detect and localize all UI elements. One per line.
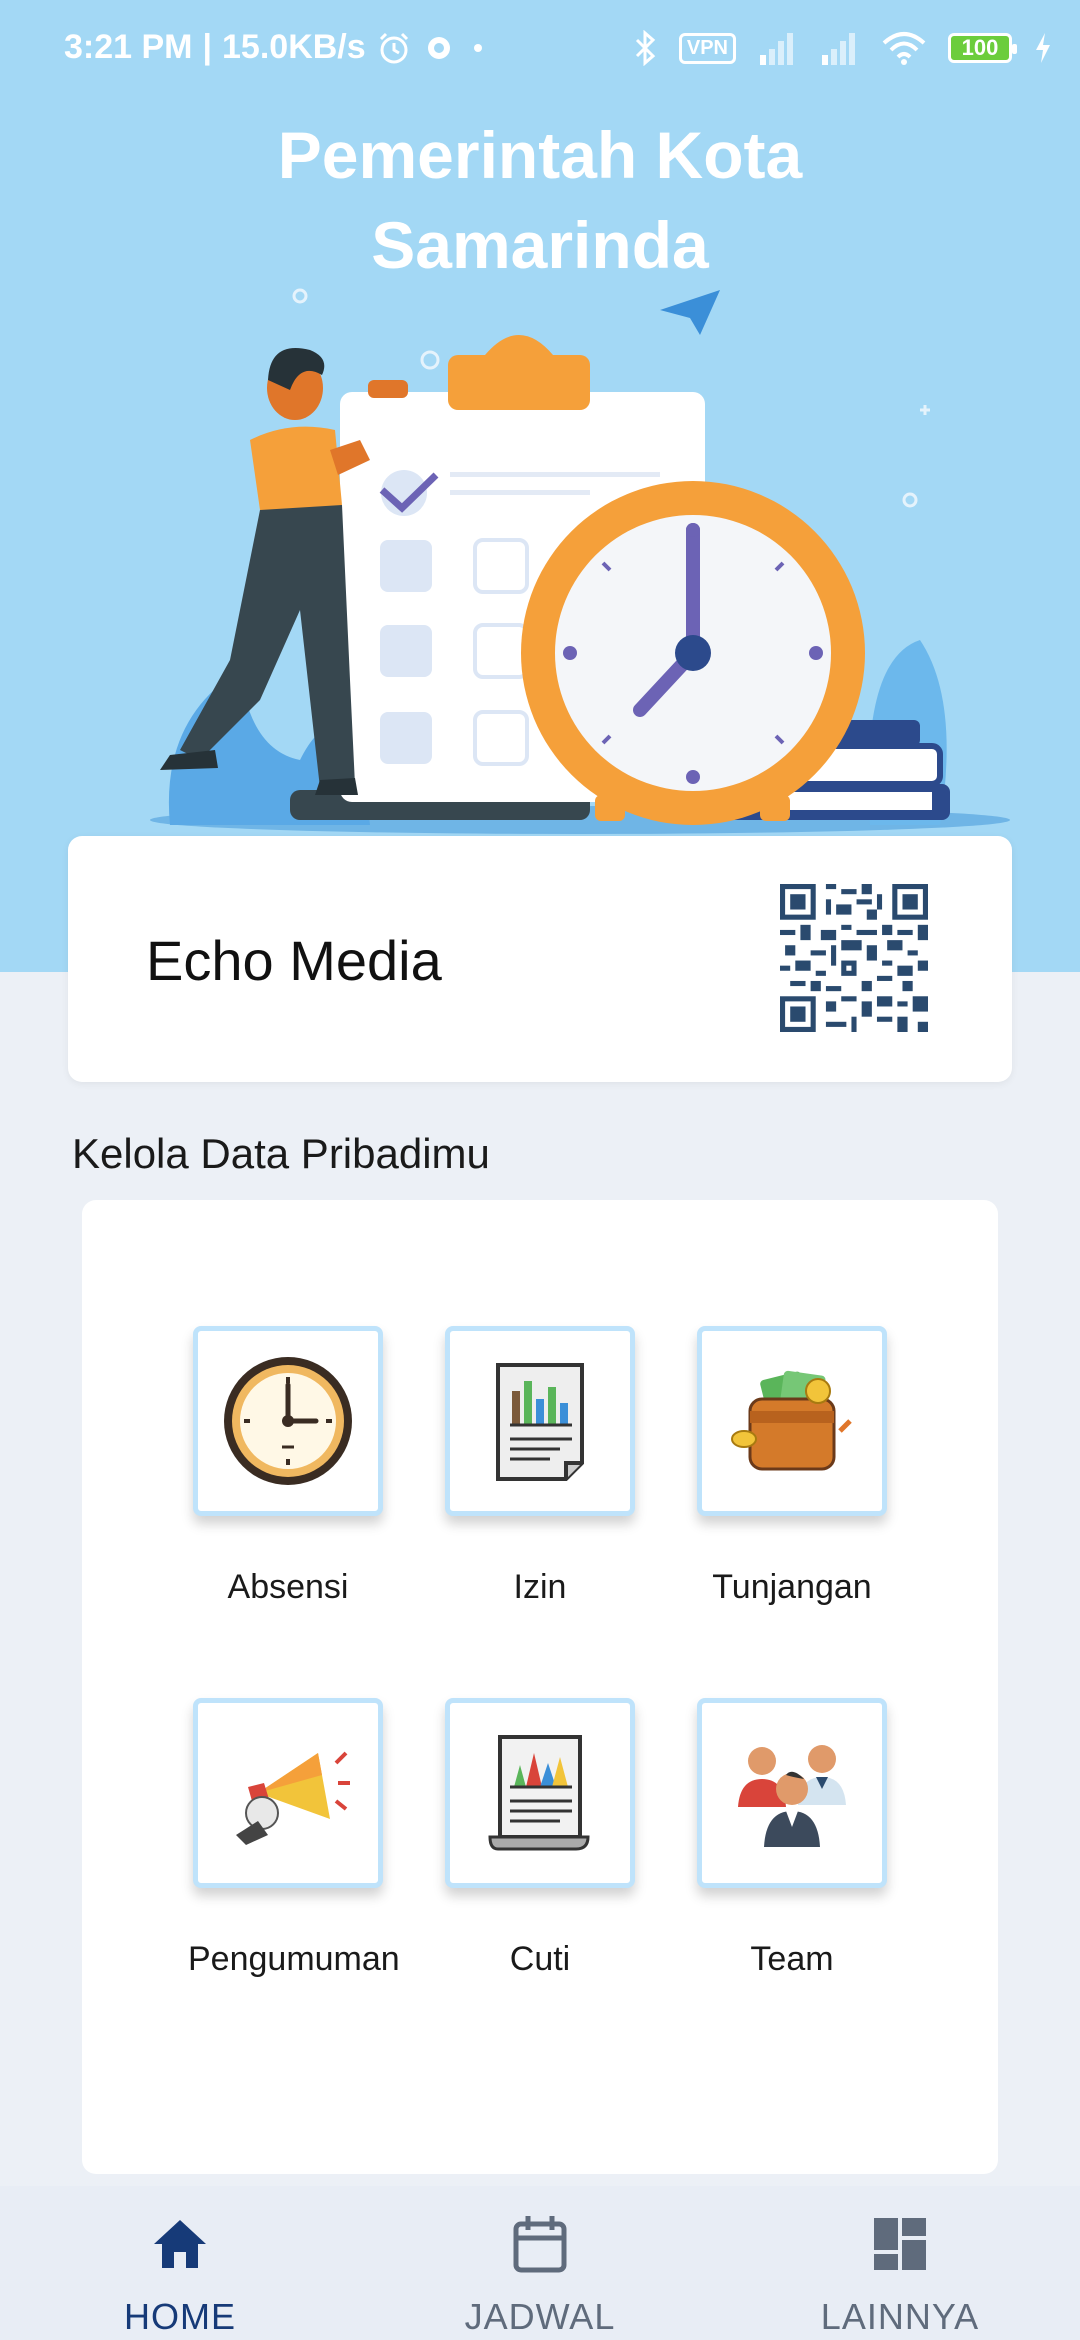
menu-item-cuti[interactable]: Cuti xyxy=(440,1698,640,1979)
menu-label-absensi: Absensi xyxy=(227,1568,349,1606)
menu-label-pengumuman: Pengumuman xyxy=(188,1940,400,1978)
profile-card[interactable]: Echo Media xyxy=(68,836,1012,1082)
status-time: 3:21 PM xyxy=(64,28,193,66)
sync-icon xyxy=(427,36,450,59)
status-right: VPN 100 xyxy=(633,30,1052,66)
menu-label-tunjangan: Tunjangan xyxy=(712,1568,872,1606)
nav-label-home: HOME xyxy=(124,2296,236,2337)
menu-label-cuti: Cuti xyxy=(509,1940,571,1978)
menu-item-team[interactable]: Team xyxy=(692,1698,892,1979)
battery-indicator: 100 xyxy=(948,33,1017,63)
hero-banner: 3:21 PM | 15.0KB/s VPN 100 Pemerintah Ko… xyxy=(0,0,1080,972)
home-icon xyxy=(154,2220,206,2268)
dot-icon xyxy=(473,43,482,52)
menu-item-pengumuman[interactable]: Pengumuman xyxy=(188,1698,400,1979)
menu-item-absensi[interactable]: Absensi xyxy=(188,1326,388,1607)
menu-label-team: Team xyxy=(750,1940,834,1978)
hero-illustration xyxy=(150,288,1010,834)
menu-tile-absensi[interactable] xyxy=(193,1326,383,1516)
menu-tile-izin[interactable] xyxy=(445,1326,635,1516)
qr-code-icon[interactable] xyxy=(780,884,928,1032)
menu-panel: Absensi Izin Tunjangan Pengumuman Cuti T… xyxy=(82,1200,998,2174)
menu-tile-team[interactable] xyxy=(697,1698,887,1888)
menu-item-tunjangan[interactable]: Tunjangan xyxy=(692,1326,892,1607)
report-document-icon xyxy=(496,1363,584,1481)
bluetooth-icon xyxy=(635,30,656,66)
alarm-icon xyxy=(379,32,408,63)
status-network-speed: 15.0KB/s xyxy=(222,28,366,66)
megaphone-icon xyxy=(236,1751,350,1845)
section-title: Kelola Data Pribadimu xyxy=(72,1130,490,1177)
nav-label-lainnya: LAINNYA xyxy=(820,2296,980,2337)
nav-item-home[interactable]: HOME xyxy=(30,2186,330,2340)
signal-icon-1 xyxy=(760,33,793,65)
nav-label-jadwal: JADWAL xyxy=(464,2296,616,2337)
menu-item-izin[interactable]: Izin xyxy=(440,1326,640,1607)
menu-tile-pengumuman[interactable] xyxy=(193,1698,383,1888)
hero-title-line1: Pemerintah Kota xyxy=(277,118,803,192)
menu-label-izin: Izin xyxy=(513,1568,567,1606)
wallet-icon xyxy=(731,1370,852,1471)
wifi-icon xyxy=(882,32,926,65)
status-left: 3:21 PM | 15.0KB/s xyxy=(64,28,488,67)
hero-title-line2: Samarinda xyxy=(371,208,709,282)
clock-icon xyxy=(224,1357,352,1485)
chart-paper-icon xyxy=(488,1735,590,1851)
status-bar: 3:21 PM | 15.0KB/s VPN 100 xyxy=(0,0,1080,100)
grid-icon xyxy=(874,2218,926,2270)
profile-name: Echo Media xyxy=(146,929,442,992)
team-icon xyxy=(738,1745,846,1847)
menu-tile-tunjangan[interactable] xyxy=(697,1326,887,1516)
nav-item-lainnya[interactable]: LAINNYA xyxy=(750,2186,1050,2340)
calendar-icon xyxy=(513,2216,567,2273)
signal-icon-2 xyxy=(822,33,855,65)
charging-icon xyxy=(1036,33,1050,63)
vpn-badge: VPN xyxy=(678,32,736,64)
nav-item-jadwal[interactable]: JADWAL xyxy=(390,2186,690,2340)
menu-tile-cuti[interactable] xyxy=(445,1698,635,1888)
hero-title: Pemerintah Kota Samarinda xyxy=(0,110,1080,290)
bottom-navigation: HOME JADWAL LAINNYA xyxy=(0,2186,1080,2340)
